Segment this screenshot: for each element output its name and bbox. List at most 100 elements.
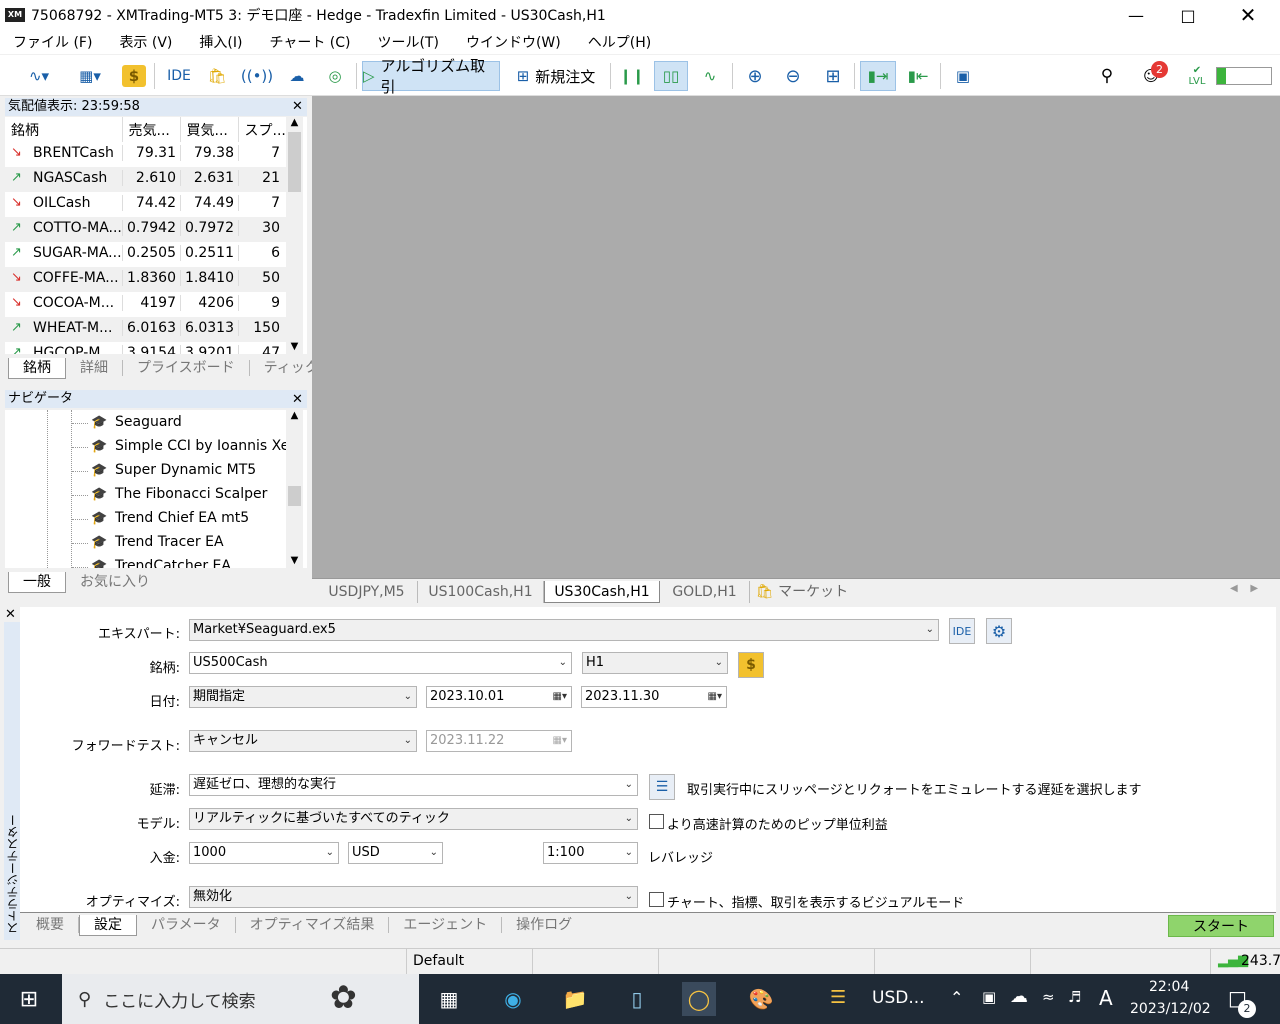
tab-overview[interactable]: 概要 — [22, 917, 79, 933]
tab-general[interactable]: 一般 — [8, 571, 66, 593]
market-bag-icon[interactable]: 🛍 — [202, 61, 232, 91]
date-from-field[interactable]: 2023.10.01 ▦▾ — [426, 686, 572, 708]
navigator-item[interactable]: Trend Tracer EA — [115, 534, 224, 550]
dollar-icon[interactable]: $ — [738, 652, 764, 678]
calendar-icon[interactable]: ▦▾ — [708, 687, 722, 707]
navigator-scrollbar[interactable]: ▲ ▼ — [286, 410, 303, 568]
chart-tab-us100[interactable]: US100Cash,H1 — [418, 581, 544, 603]
zoom-in-icon[interactable]: ⊕ — [740, 61, 770, 91]
date-mode-select[interactable]: 期間指定 ⌄ — [189, 686, 417, 708]
dollar-icon[interactable]: $ — [122, 65, 146, 87]
taskbar-app-label[interactable]: USD... — [872, 988, 925, 1008]
navigator-item[interactable]: Trend Chief EA mt5 — [115, 510, 249, 526]
paint-icon[interactable]: 🎨 — [744, 982, 778, 1016]
table-row[interactable]: ↘ BRENTCash 79.31 79.38 7 — [5, 142, 286, 167]
optimize-select[interactable]: 無効化 ⌄ — [189, 886, 638, 908]
col-bid[interactable]: 売気... — [122, 117, 181, 142]
navigator-item[interactable]: Simple CCI by Ioannis Xer — [115, 438, 295, 454]
tab-journal[interactable]: 操作ログ — [502, 917, 586, 933]
expert-select[interactable]: Market¥Seaguard.ex5 ⌄ — [189, 619, 939, 641]
tab-priceboard[interactable]: プライスボード — [123, 360, 250, 376]
menu-file[interactable]: ファイル (F) — [13, 32, 92, 52]
col-spread[interactable]: スプ... — [238, 117, 287, 142]
account-icon[interactable]: ☺ 2 — [1134, 61, 1168, 91]
zoom-out-icon[interactable]: ⊖ — [778, 61, 808, 91]
calendar-icon[interactable]: ▦▾ — [553, 687, 567, 707]
task-view-icon[interactable]: ▦ — [432, 982, 466, 1016]
forward-select[interactable]: キャンセル ⌄ — [189, 730, 417, 752]
navigator-item[interactable]: Seaguard — [115, 414, 182, 430]
autoscroll-icon[interactable]: ▮⇥ — [860, 61, 896, 91]
clock-time[interactable]: 22:04 — [1149, 979, 1189, 995]
currency-select[interactable]: USD ⌄ — [348, 842, 443, 864]
menu-window[interactable]: ウインドウ(W) — [466, 32, 561, 52]
table-row[interactable]: ↗ SUGAR-MA... 0.2505 0.2511 6 — [5, 242, 286, 267]
chart-shift-icon[interactable]: ▮⇤ — [900, 61, 936, 91]
app-icon[interactable]: ☰ — [830, 987, 846, 1008]
tab-parameters[interactable]: パラメータ — [137, 917, 236, 933]
onedrive-icon[interactable]: ☁ — [1010, 986, 1028, 1007]
tile-windows-icon[interactable]: ⊞ — [818, 61, 848, 91]
wifi-icon[interactable]: ≈ — [1042, 988, 1055, 1006]
col-symbol[interactable]: 銘柄 — [5, 117, 123, 142]
menu-tools[interactable]: ツール(T) — [377, 32, 438, 52]
settings-gear-icon[interactable]: ⚙ — [986, 618, 1012, 644]
screenshot-icon[interactable]: ▣ — [948, 61, 978, 91]
line-chart-icon[interactable]: ∿▾ — [16, 61, 62, 91]
maximize-button[interactable]: □ — [1162, 0, 1214, 30]
date-to-field[interactable]: 2023.11.30 ▦▾ — [581, 686, 727, 708]
lvl-icon[interactable]: ✔ LVL — [1184, 61, 1210, 91]
new-order-button[interactable]: ⊞ 新規注文 — [508, 61, 604, 91]
table-row[interactable]: ↗ HGCOP-M... 3.9154 3.9201 47 — [5, 342, 286, 354]
taskbar-search[interactable]: ⚲ ここに入力して検索 ✿ — [62, 974, 419, 1024]
file-explorer-icon[interactable]: 📁 — [558, 982, 592, 1016]
signals-icon[interactable]: ((•)) — [241, 61, 273, 91]
minimize-button[interactable]: — — [1110, 0, 1162, 30]
chart-tab-usdjpy[interactable]: USDJPY,M5 — [316, 581, 418, 603]
symbol-select[interactable]: US500Cash ⌄ — [189, 652, 572, 674]
tab-favorites[interactable]: お気に入り — [66, 574, 164, 590]
menu-insert[interactable]: 挿入(I) — [199, 32, 242, 52]
chart-tabs-scroll-icon[interactable]: ◀ ▶ — [1230, 583, 1258, 594]
tester-close-icon[interactable]: ✕ — [5, 607, 16, 622]
tab-agents[interactable]: エージェント — [389, 917, 503, 933]
col-ask[interactable]: 買気... — [180, 117, 239, 142]
bar-chart-icon[interactable]: ❙❙ — [616, 61, 648, 91]
tray-chevron-icon[interactable]: ⌃ — [950, 988, 963, 1007]
navigator-item[interactable]: Super Dynamic MT5 — [115, 462, 256, 478]
menu-chart[interactable]: チャート (C) — [269, 32, 350, 52]
vps-icon[interactable]: ◎ — [320, 61, 350, 91]
close-button[interactable]: ✕ — [1222, 0, 1274, 30]
tab-settings[interactable]: 設定 — [79, 914, 137, 936]
deposit-select[interactable]: 1000 ⌄ — [189, 842, 339, 864]
market-watch-close-icon[interactable]: ✕ — [292, 99, 303, 114]
windows-start-icon[interactable]: ⊞ — [12, 982, 46, 1016]
navigator-item[interactable]: TrendCatcher EA — [115, 558, 231, 568]
delay-select[interactable]: 遅延ゼロ、理想的な実行 ⌄ — [189, 774, 638, 796]
table-row[interactable]: ↘ COFFE-MA... 1.8360 1.8410 50 — [5, 267, 286, 292]
start-button[interactable]: スタート — [1168, 915, 1274, 937]
navigator-item[interactable]: The Fibonacci Scalper — [115, 486, 267, 502]
menu-view[interactable]: 表示 (V) — [119, 32, 172, 52]
ime-indicator[interactable]: A — [1099, 986, 1113, 1010]
pip-checkbox[interactable] — [649, 814, 664, 829]
clock-date[interactable]: 2023/12/02 — [1130, 1001, 1211, 1017]
table-row[interactable]: ↘ COCOA-M... 4197 4206 9 — [5, 292, 286, 317]
metatrader-icon[interactable]: ◯ — [682, 982, 716, 1016]
delay-settings-icon[interactable]: ☰ — [649, 774, 675, 800]
tab-optimization-results[interactable]: オプティマイズ結果 — [236, 917, 390, 933]
volume-icon[interactable]: ♬ — [1068, 988, 1081, 1006]
table-row[interactable]: ↗ NGASCash 2.610 2.631 21 — [5, 167, 286, 192]
tab-symbols[interactable]: 銘柄 — [8, 357, 66, 379]
candlestick-icon[interactable]: ▯▯ — [654, 61, 688, 91]
table-row[interactable]: ↗ COTTO-MA... 0.7942 0.7972 30 — [5, 217, 286, 242]
meet-icon[interactable]: ▣ — [982, 988, 996, 1006]
navigator-close-icon[interactable]: ✕ — [292, 392, 303, 407]
table-row[interactable]: ↗ WHEAT-M... 6.0163 6.0313 150 — [5, 317, 286, 342]
ide-button[interactable]: IDE — [164, 61, 194, 91]
cloud-icon[interactable]: ☁ — [282, 61, 312, 91]
leverage-select[interactable]: 1:100 ⌄ — [543, 842, 638, 864]
line-icon[interactable]: ∿ — [694, 61, 726, 91]
table-row[interactable]: ↘ OILCash 74.42 74.49 7 — [5, 192, 286, 217]
market-watch-scrollbar[interactable]: ▲ ▼ — [286, 117, 303, 354]
